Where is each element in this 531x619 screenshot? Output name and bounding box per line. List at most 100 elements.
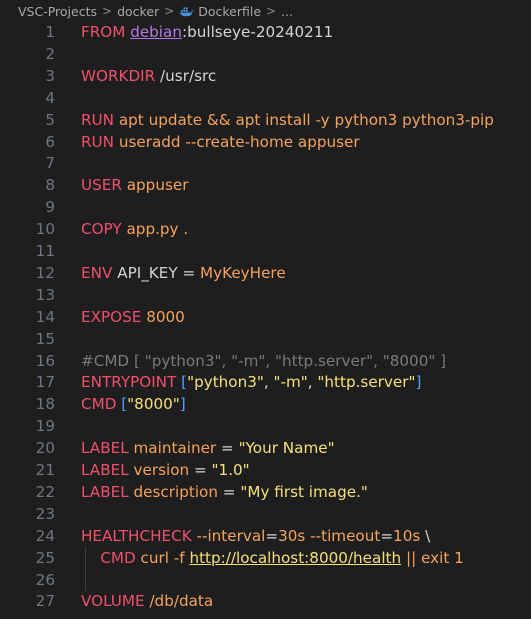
- code-token: :bullseye-20240211: [181, 23, 334, 41]
- code-token: || exit 1: [401, 548, 464, 567]
- code-text: CMD curl -f http://localhost:8000/health…: [81, 547, 464, 569]
- code-line[interactable]: 25 CMD curl -f http://localhost:8000/hea…: [0, 546, 531, 569]
- code-line[interactable]: 22 LABEL description = "My first image.": [0, 481, 531, 503]
- line-number: 2: [45, 44, 55, 63]
- line-number: 19: [35, 417, 55, 436]
- breadcrumb: VSC-Projects > docker > Dockerfile > ...: [0, 0, 531, 22]
- line-number: 23: [35, 504, 55, 523]
- code-line[interactable]: 19: [0, 415, 531, 437]
- code-text: VOLUME /db/data: [81, 590, 213, 612]
- line-number: 20: [35, 439, 55, 458]
- code-token: ,: [307, 373, 318, 392]
- code-token: COPY: [81, 220, 127, 239]
- line-number: 13: [35, 285, 55, 304]
- code-line[interactable]: 3 WORKDIR /usr/src: [0, 65, 531, 87]
- code-line[interactable]: 17 ENTRYPOINT ["python3", "-m", "http.ser…: [0, 371, 531, 393]
- code-line[interactable]: 4: [0, 87, 531, 109]
- code-line[interactable]: 26: [0, 568, 531, 591]
- code-token: version: [133, 461, 190, 479]
- code-token: ]: [179, 395, 186, 414]
- code-line[interactable]: 27 VOLUME /db/data: [0, 590, 531, 612]
- code-token: "python3": [187, 373, 264, 392]
- breadcrumb-separator: >: [102, 4, 113, 18]
- code-text: LABEL description = "My first image.": [81, 481, 368, 503]
- code-token: "-m": [273, 373, 308, 392]
- code-token: =: [380, 526, 394, 545]
- code-text: WORKDIR /usr/src: [81, 65, 216, 87]
- code-token: EXPOSE: [81, 307, 147, 326]
- line-number: 10: [35, 220, 55, 239]
- code-token[interactable]: debian: [130, 23, 182, 41]
- code-line[interactable]: 2: [0, 43, 531, 65]
- line-number: 27: [35, 592, 55, 611]
- code-line[interactable]: 13: [0, 284, 531, 306]
- code-token: "My first image.": [240, 482, 368, 501]
- code-token: /db/data: [149, 592, 214, 611]
- code-token: app.py .: [126, 220, 189, 239]
- indent-guide: [85, 568, 86, 591]
- code-line[interactable]: 8 USER appuser: [0, 174, 531, 196]
- code-line[interactable]: 1 FROM debian:bullseye-20240211: [0, 21, 531, 43]
- code-token: RUN: [81, 132, 119, 151]
- code-token: WORKDIR: [81, 66, 161, 85]
- line-number: 18: [35, 395, 55, 414]
- code-token: LABEL: [81, 439, 134, 458]
- code-line[interactable]: 24 HEALTHCHECK --interval=30s --timeout=1…: [0, 525, 531, 547]
- code-line[interactable]: 23: [0, 503, 531, 525]
- code-line[interactable]: 5 RUN apt update && apt install -y python…: [0, 109, 531, 131]
- code-token: 10s: [393, 526, 426, 545]
- breadcrumb-item-symbol[interactable]: ...: [281, 4, 293, 19]
- code-line[interactable]: 21 LABEL version = "1.0": [0, 459, 531, 481]
- code-line[interactable]: 18 CMD ["8000"]: [0, 393, 531, 415]
- code-text: COPY app.py .: [81, 218, 188, 240]
- breadcrumb-item-subfolder[interactable]: docker: [117, 4, 159, 19]
- code-token: "http.server": [317, 373, 416, 392]
- line-number: 7: [45, 154, 55, 173]
- code-text: LABEL maintainer = "Your Name": [81, 437, 335, 459]
- code-line[interactable]: 11: [0, 240, 531, 262]
- code-token: LABEL: [81, 461, 134, 479]
- line-number: 3: [45, 66, 55, 85]
- line-number: 6: [45, 132, 55, 151]
- code-token: 30s --timeout: [278, 526, 381, 545]
- code-text: #CMD [ "python3", "-m", "http.server", "…: [81, 350, 446, 372]
- code-token[interactable]: http://localhost:8000/health: [189, 549, 401, 567]
- code-token: API_KEY =: [117, 263, 201, 282]
- code-line[interactable]: 20 LABEL maintainer = "Your Name": [0, 437, 531, 459]
- code-token: curl -f: [140, 548, 190, 567]
- breadcrumb-separator: >: [266, 4, 277, 18]
- code-text: CMD ["8000"]: [81, 393, 186, 415]
- code-line[interactable]: 9: [0, 196, 531, 218]
- code-token: MyKeyHere: [200, 263, 286, 282]
- code-token: =: [217, 482, 241, 501]
- code-line[interactable]: 12 ENV API_KEY = MyKeyHere: [0, 262, 531, 284]
- code-line[interactable]: 16 #CMD [ "python3", "-m", "http.server",…: [0, 350, 531, 372]
- code-token: --interval: [196, 526, 266, 545]
- breadcrumb-item-file[interactable]: Dockerfile: [198, 4, 261, 19]
- code-line[interactable]: 6 RUN useradd --create-home appuser: [0, 131, 531, 153]
- line-number: 1: [45, 23, 55, 41]
- code-token: apt update && apt install -y python3 pyt…: [118, 110, 494, 129]
- code-line[interactable]: 7: [0, 152, 531, 174]
- code-token: CMD: [100, 548, 141, 567]
- code-text: RUN apt update && apt install -y python3…: [81, 109, 494, 131]
- code-token: #CMD [ "python3", "-m", "http.server", "…: [81, 351, 447, 370]
- code-token: /usr/src: [160, 66, 217, 85]
- docker-icon: [179, 6, 195, 16]
- code-line[interactable]: 15: [0, 328, 531, 350]
- code-editor[interactable]: 1 FROM debian:bullseye-20240211 2 3 WORKDIR …: [0, 22, 531, 619]
- code-token: "1.0": [211, 461, 250, 479]
- code-token: HEALTHCHECK: [81, 526, 197, 545]
- code-token: =: [265, 526, 279, 545]
- breadcrumb-item-folder[interactable]: VSC-Projects: [18, 4, 97, 19]
- code-text: EXPOSE 8000: [81, 306, 185, 328]
- code-token: "8000": [127, 395, 180, 414]
- code-token: VOLUME: [81, 592, 150, 611]
- line-number: 9: [45, 198, 55, 217]
- code-line[interactable]: 10 COPY app.py .: [0, 218, 531, 240]
- code-token: FROM: [81, 23, 131, 41]
- line-number: 8: [45, 176, 55, 195]
- code-token: CMD: [81, 395, 122, 414]
- code-line[interactable]: 14 EXPOSE 8000: [0, 306, 531, 328]
